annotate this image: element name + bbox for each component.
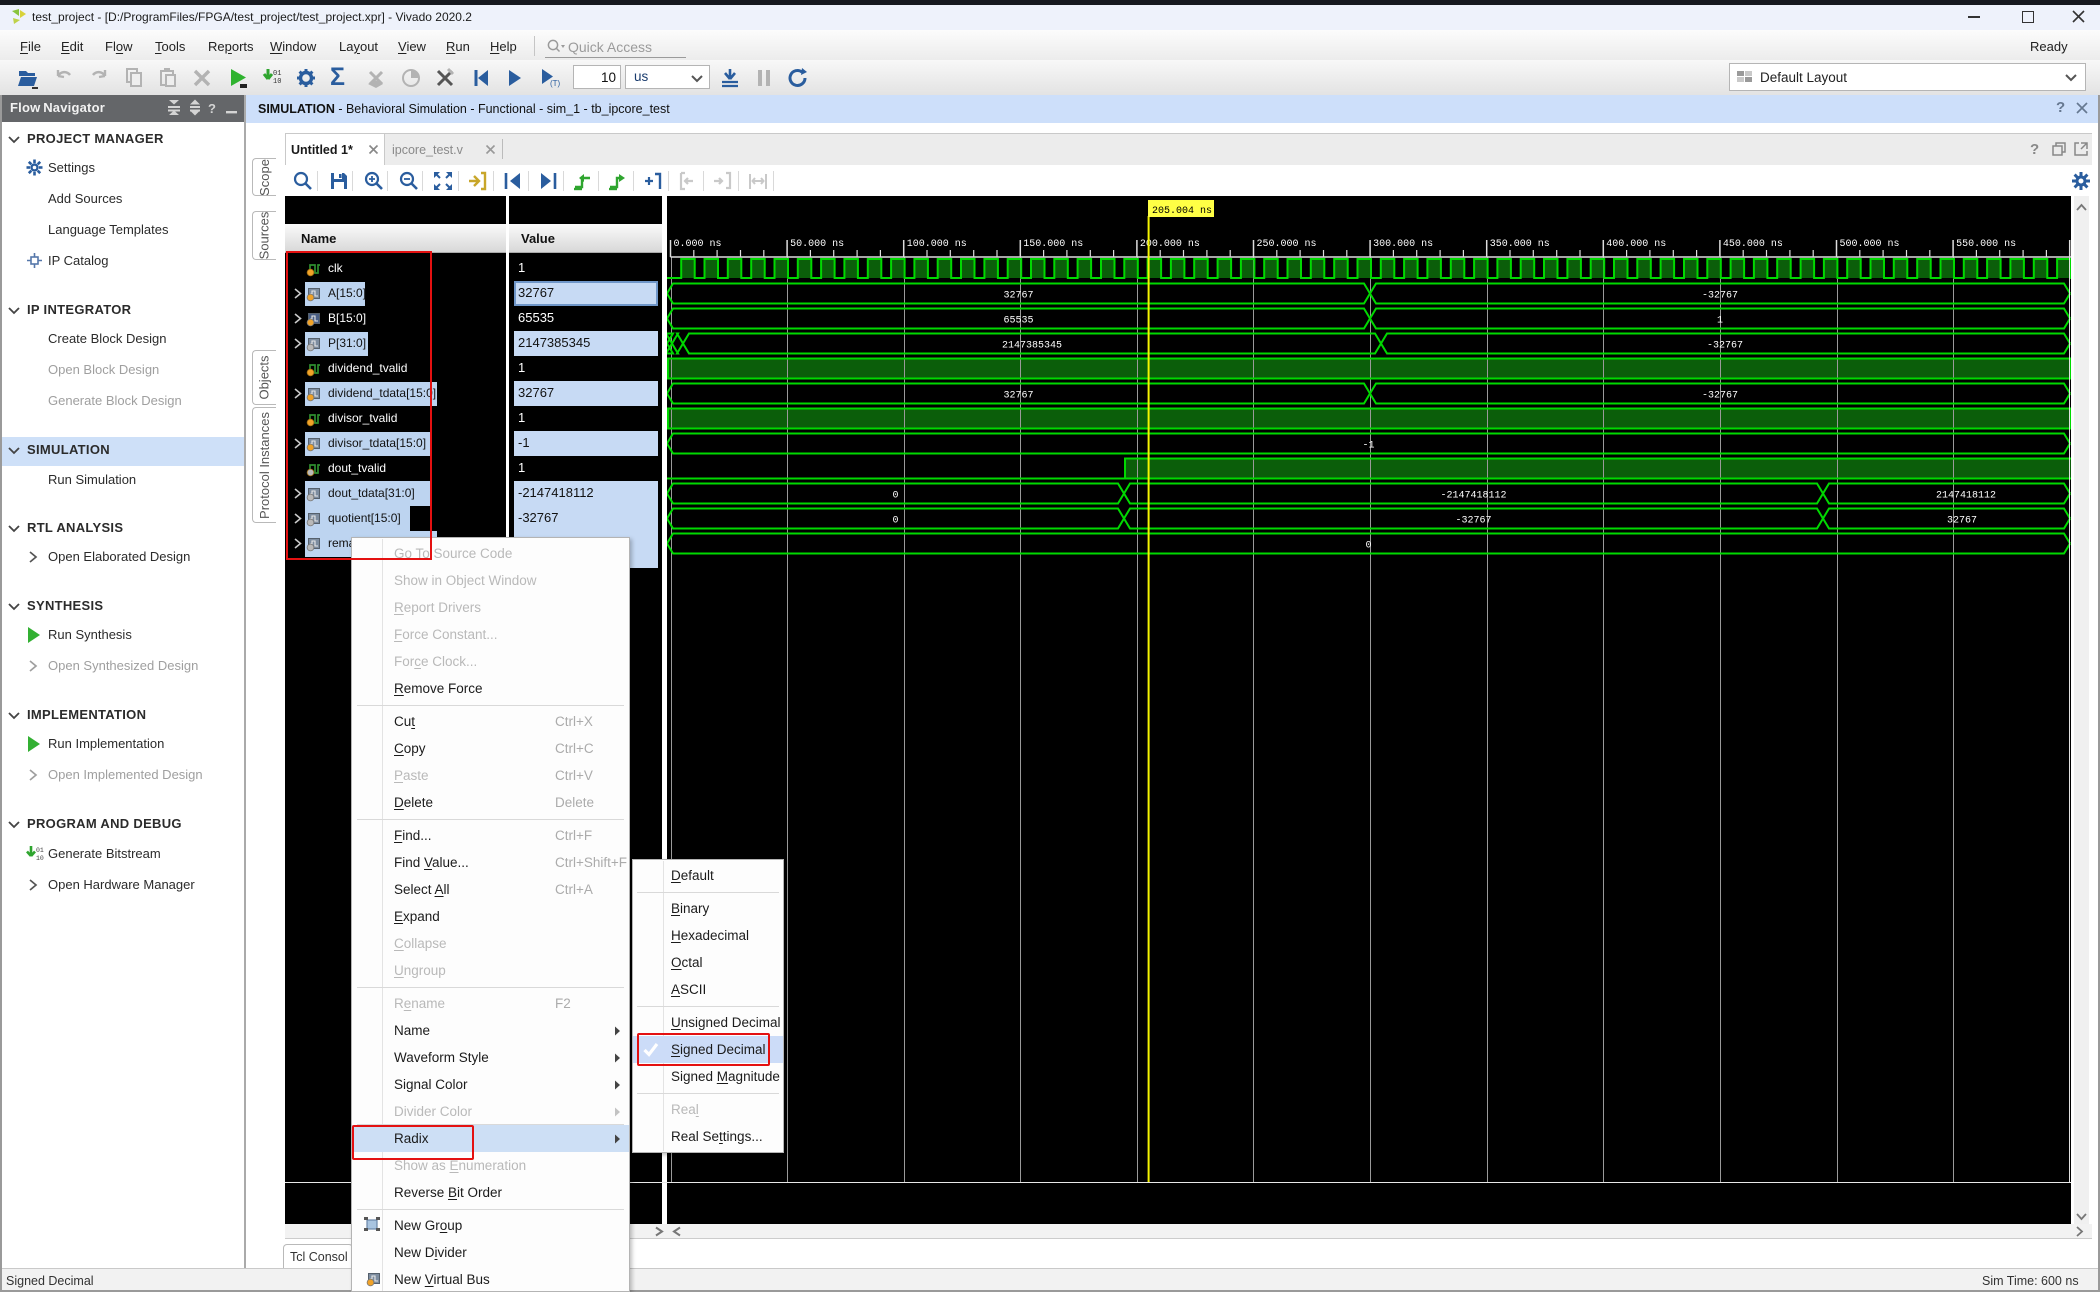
svg-text:?: ? [208, 101, 216, 116]
svg-text:450.000 ns: 450.000 ns [1723, 239, 1783, 250]
svg-text:250.000 ns: 250.000 ns [1257, 239, 1317, 250]
svg-text:150.000 ns: 150.000 ns [1023, 239, 1083, 250]
svg-text:205.004 ns: 205.004 ns [1152, 206, 1212, 217]
svg-text:500.000 ns: 500.000 ns [1840, 239, 1900, 250]
svg-text:550.000 ns: 550.000 ns [1956, 239, 2016, 250]
svg-text:2147418112: 2147418112 [1936, 491, 1996, 502]
svg-text:10: 10 [36, 855, 44, 862]
svg-text:01: 01 [36, 847, 44, 854]
svg-text:32767: 32767 [1003, 391, 1033, 402]
svg-text:-1: -1 [1362, 441, 1374, 452]
svg-text:01: 01 [273, 70, 281, 78]
svg-text:400.000 ns: 400.000 ns [1606, 239, 1666, 250]
svg-text:0: 0 [892, 516, 898, 527]
svg-text:(T): (T) [550, 79, 561, 88]
svg-text:-32767: -32767 [1702, 291, 1738, 302]
svg-text:-32767: -32767 [1455, 516, 1491, 527]
svg-text:65535: 65535 [1003, 316, 1033, 327]
svg-text:0: 0 [1365, 541, 1371, 552]
svg-text:1: 1 [1717, 316, 1723, 327]
svg-text:0.000 ns: 0.000 ns [674, 239, 722, 250]
svg-text:10: 10 [273, 78, 281, 86]
svg-text:-2147418112: -2147418112 [1440, 491, 1506, 502]
svg-text:-32767: -32767 [1707, 341, 1743, 352]
svg-text:100.000 ns: 100.000 ns [907, 239, 967, 250]
svg-text:0: 0 [892, 491, 898, 502]
svg-text:-32767: -32767 [1702, 391, 1738, 402]
svg-text:32767: 32767 [1003, 291, 1033, 302]
svg-text:350.000 ns: 350.000 ns [1490, 239, 1550, 250]
svg-text:2147385345: 2147385345 [1002, 341, 1062, 352]
svg-text:50.000 ns: 50.000 ns [790, 239, 844, 250]
svg-text:300.000 ns: 300.000 ns [1373, 239, 1433, 250]
svg-text:32767: 32767 [1947, 516, 1977, 527]
